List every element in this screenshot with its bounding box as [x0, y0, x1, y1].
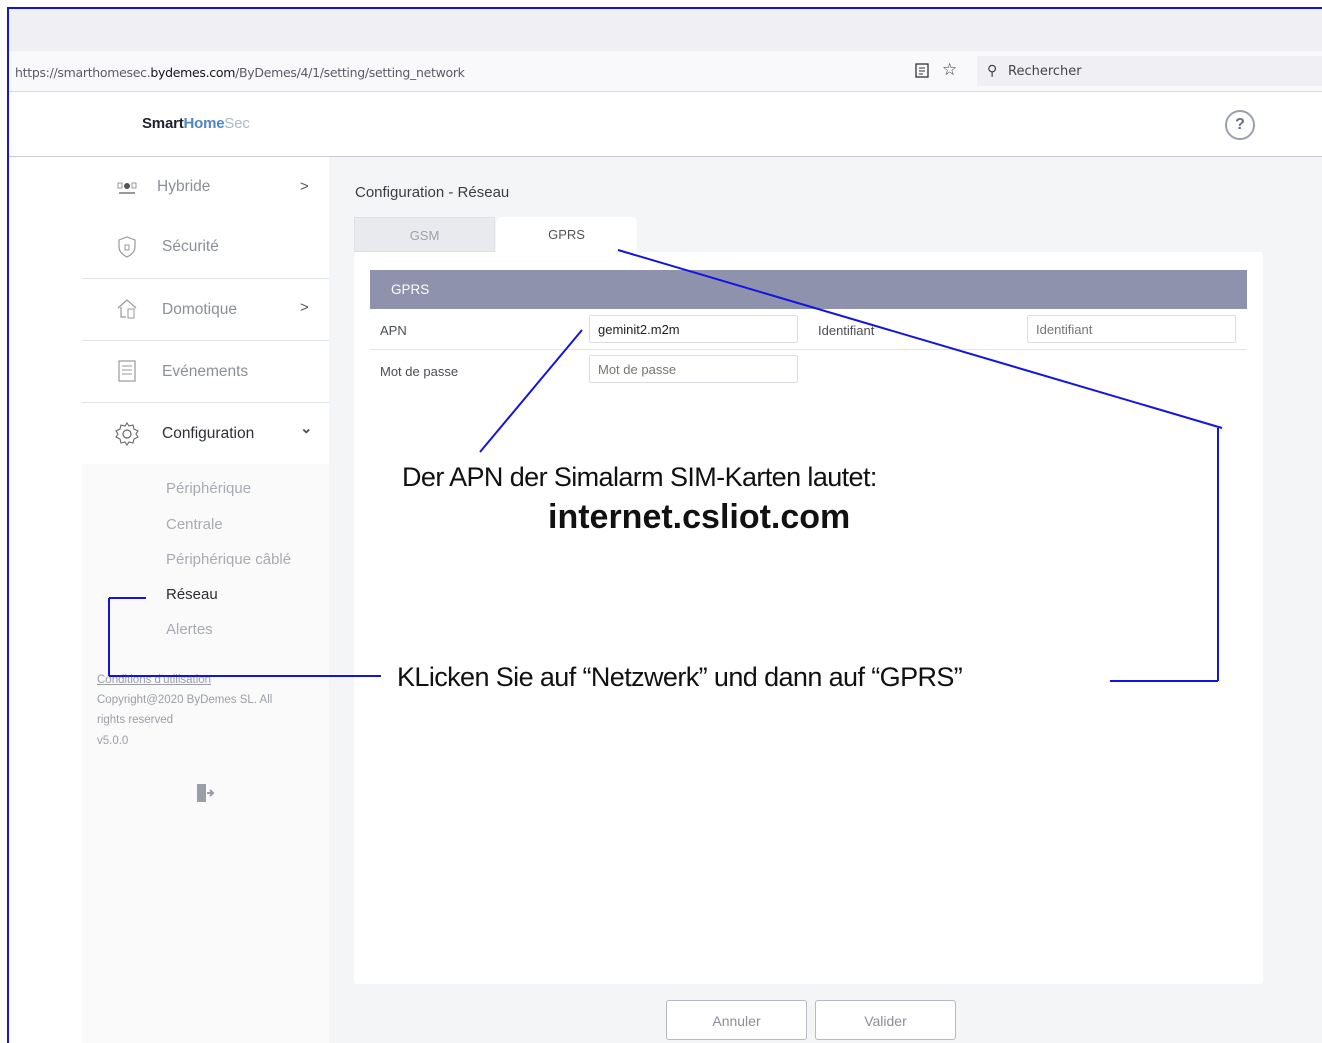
- apn-label: APN: [380, 323, 407, 338]
- sidebar-item-label: Evénements: [162, 363, 249, 380]
- copyright-text: Copyright@2020 ByDemes SL. All: [97, 694, 273, 706]
- submenu-item-peripherique[interactable]: Périphérique: [166, 480, 251, 497]
- sidebar-item-label: Sécurité: [162, 238, 219, 255]
- copyright-text-2: rights reserved: [97, 714, 174, 726]
- row-divider: [370, 349, 1247, 350]
- submenu-item-reseau[interactable]: Réseau: [166, 586, 218, 603]
- chevron-down-icon: ⌄: [300, 420, 313, 437]
- bookmark-star-icon[interactable]: ☆: [942, 60, 957, 80]
- search-icon: ⚲: [987, 62, 998, 78]
- sidebar-item-configuration[interactable]: Configuration ⌄: [82, 403, 329, 465]
- events-list-icon: [118, 360, 136, 382]
- apn-input[interactable]: [589, 315, 798, 343]
- frame-border-left: [7, 7, 9, 1043]
- help-icon[interactable]: ?: [1225, 110, 1255, 140]
- configuration-submenu: Périphérique Centrale Périphérique câblé…: [82, 464, 329, 640]
- identifiant-label: Identifiant: [818, 323, 875, 338]
- home-automation-icon: [117, 299, 137, 319]
- version-text: v5.0.0: [97, 735, 129, 747]
- shield-icon: [118, 236, 136, 258]
- gprs-panel: GPRS APN Identifiant Mot de passe: [354, 252, 1263, 984]
- browser-title-bar: [9, 9, 1322, 51]
- address-text[interactable]: https://smarthomesec.bydemes.com/ByDemes…: [15, 65, 465, 80]
- page-title: Configuration - Réseau: [355, 184, 510, 201]
- terms-link[interactable]: Conditions d'utilisation: [97, 674, 211, 686]
- sidebar-item-label: Hybride: [157, 178, 211, 195]
- sidebar-item-label: Configuration: [162, 425, 255, 442]
- apn-annotation: Der APN der Simalarm SIM-Karten lautet:: [402, 462, 877, 492]
- sidebar-item-label: Domotique: [162, 301, 237, 318]
- validate-button[interactable]: Valider: [815, 1000, 956, 1040]
- apn-value-annotation: internet.csliot.com: [548, 498, 851, 536]
- app-logo[interactable]: SmartHomeSec: [142, 115, 250, 132]
- password-input[interactable]: [589, 355, 798, 383]
- search-placeholder: Rechercher: [1008, 64, 1082, 79]
- sidebar-item-evenements[interactable]: Evénements: [82, 341, 329, 403]
- sidebar-item-securite[interactable]: Sécurité: [82, 217, 329, 279]
- app-header: SmartHomeSec ?: [9, 92, 1322, 157]
- search-box[interactable]: ⚲ Rechercher: [977, 56, 1322, 86]
- password-label: Mot de passe: [380, 364, 459, 379]
- submenu-item-alertes[interactable]: Alertes: [166, 621, 213, 638]
- gear-icon: [115, 422, 139, 446]
- sidebar-item-domotique[interactable]: Domotique >: [82, 279, 329, 341]
- reader-view-icon[interactable]: [915, 63, 929, 78]
- submenu-item-centrale[interactable]: Centrale: [166, 516, 223, 533]
- hybrid-icon: [117, 182, 137, 194]
- click-annotation: KLicken Sie auf “Netzwerk” und dann auf …: [397, 662, 963, 692]
- tab-gsm[interactable]: GSM: [354, 217, 495, 252]
- identifiant-input[interactable]: [1027, 315, 1236, 343]
- tab-gprs[interactable]: GPRS: [496, 217, 637, 252]
- logout-icon[interactable]: [195, 783, 215, 803]
- cancel-button[interactable]: Annuler: [666, 1000, 807, 1040]
- frame-border-top: [7, 7, 1322, 9]
- chevron-right-icon: >: [300, 299, 309, 316]
- browser-url-bar[interactable]: https://smarthomesec.bydemes.com/ByDemes…: [9, 51, 1322, 92]
- section-title: GPRS: [370, 270, 1247, 309]
- sidebar: Hybride > Sécurité Domotique > Evénement…: [82, 157, 329, 1043]
- sidebar-item-hybride[interactable]: Hybride >: [82, 157, 329, 218]
- chevron-right-icon: >: [300, 178, 309, 195]
- submenu-item-peripherique-cable[interactable]: Périphérique câblé: [166, 551, 291, 568]
